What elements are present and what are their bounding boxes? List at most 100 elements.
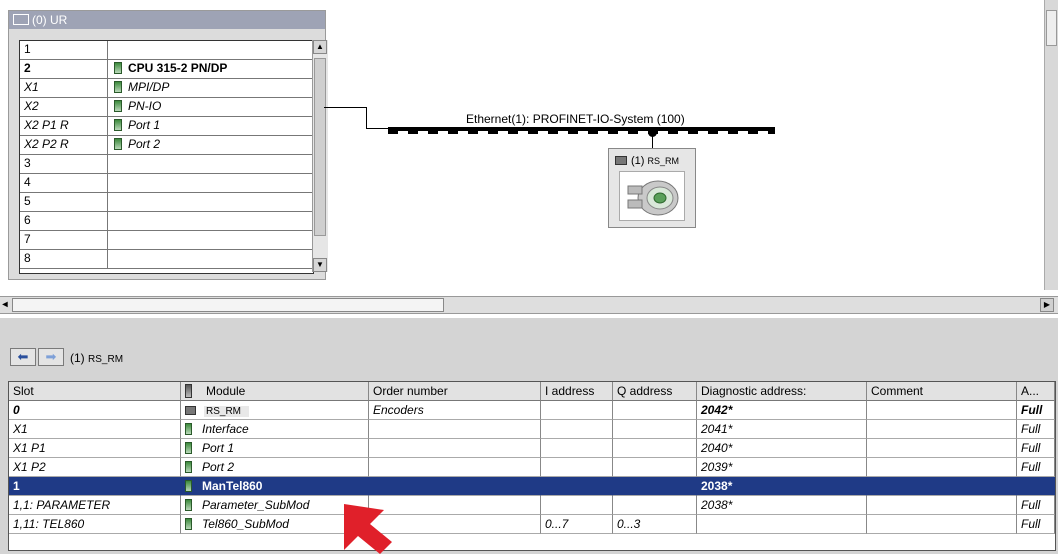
- rack-slot-row[interactable]: X2 P2 R Port 2: [20, 136, 313, 155]
- column-header-label: Module: [206, 384, 246, 398]
- cell-value: 2042*: [701, 403, 733, 417]
- cell-value: 1,1: PARAMETER: [13, 498, 111, 512]
- cell-module: RS_RM: [181, 401, 369, 420]
- table-row[interactable]: X1 P2 Port 2 2039* Full: [9, 458, 1055, 477]
- cell-q-address: [613, 496, 697, 515]
- cell-access: Full: [1017, 515, 1055, 534]
- rack-column-divider: [107, 174, 108, 193]
- rack-slot-row[interactable]: 8: [20, 250, 313, 269]
- rack-column-divider: [107, 60, 108, 79]
- rack-slot-number: 7: [24, 232, 31, 246]
- module-icon: [185, 499, 192, 511]
- nav-back-button[interactable]: ⬅: [10, 348, 36, 366]
- rack-slot-number: X1: [24, 80, 39, 94]
- scroll-down-arrow-icon[interactable]: ▼: [313, 258, 327, 272]
- rack-slot-number: X2 P1 R: [24, 118, 69, 132]
- column-header-access[interactable]: A...: [1017, 382, 1055, 401]
- rack-column-divider: [107, 136, 108, 155]
- nav-forward-button[interactable]: ➡: [38, 348, 64, 366]
- device-rs-rm[interactable]: (1) RS_RM: [608, 148, 696, 228]
- scroll-right-arrow-icon[interactable]: ▶: [1040, 298, 1054, 312]
- cell-module: Tel860_SubMod: [181, 515, 369, 534]
- column-header-order-number[interactable]: Order number: [369, 382, 541, 401]
- cell-value: 1: [13, 479, 20, 493]
- diagram-hscroll-thumb[interactable]: [12, 298, 444, 312]
- cell-value: Full: [1021, 460, 1041, 474]
- module-icon: [185, 461, 192, 473]
- cell-comment: [867, 420, 1017, 439]
- rack-scroll-thumb[interactable]: [314, 58, 326, 236]
- cell-value: 2041*: [701, 422, 733, 436]
- cell-order-number: Encoders: [369, 401, 541, 420]
- cell-slot: 1,1: PARAMETER: [9, 496, 181, 515]
- cell-value: Tel860_SubMod: [202, 517, 289, 531]
- table-row[interactable]: 1,11: TEL860 Tel860_SubMod 0...7 0...3 Full: [9, 515, 1055, 534]
- rack-column-divider: [107, 117, 108, 136]
- table-row[interactable]: 1 ManTel860 2038*: [9, 477, 1055, 496]
- module-icon: [114, 119, 122, 131]
- column-header-i-address[interactable]: I address: [541, 382, 613, 401]
- cell-module: Parameter_SubMod: [181, 496, 369, 515]
- rack-vertical-scrollbar[interactable]: ▲ ▼: [312, 40, 328, 272]
- rack-slot-row[interactable]: X1 MPI/DP: [20, 79, 313, 98]
- detail-device-number: (1): [70, 351, 85, 365]
- table-row[interactable]: 1,1: PARAMETER Parameter_SubMod 2038* Full: [9, 496, 1055, 515]
- rack-title: (0) UR: [32, 13, 68, 27]
- cell-comment: [867, 496, 1017, 515]
- cell-diagnostic-address: 2039*: [697, 458, 867, 477]
- detail-panel-title: (1) RS_RM: [70, 351, 123, 365]
- column-header-diagnostic-address[interactable]: Diagnostic address:: [697, 382, 867, 401]
- diagram-horizontal-scrollbar[interactable]: ◂ ▶: [0, 296, 1058, 314]
- cell-comment: [867, 458, 1017, 477]
- column-header-q-address[interactable]: Q address: [613, 382, 697, 401]
- cell-slot: 1: [9, 477, 181, 496]
- rack-slot-row[interactable]: 2 CPU 315-2 PN/DP: [20, 60, 313, 79]
- cell-comment: [867, 439, 1017, 458]
- column-header-label: Slot: [13, 384, 34, 398]
- rack-slot-row[interactable]: 7: [20, 231, 313, 250]
- diagram-vscroll-thumb[interactable]: [1046, 10, 1057, 46]
- table-row[interactable]: X1 P1 Port 1 2040* Full: [9, 439, 1055, 458]
- rack-column-divider: [107, 250, 108, 269]
- cell-comment: [867, 477, 1017, 496]
- column-header-module[interactable]: Module: [181, 382, 369, 401]
- rack-slot-number: 5: [24, 194, 31, 208]
- rack-slot-number: X2: [24, 99, 39, 113]
- rack-slot-number: 6: [24, 213, 31, 227]
- encoder-image: [619, 171, 685, 221]
- module-detail-table[interactable]: Slot Module Order number I address Q address…: [8, 381, 1056, 551]
- rack-slot-row[interactable]: 3: [20, 155, 313, 174]
- rack-slot-row[interactable]: 4: [20, 174, 313, 193]
- cell-module: ManTel860: [181, 477, 369, 496]
- rack-slot-row[interactable]: 1: [20, 41, 313, 60]
- cell-access: Full: [1017, 458, 1055, 477]
- cpu-connector-line-vertical: [366, 107, 367, 129]
- rack-window[interactable]: (0) UR 1 2 CPU 315-2 PN/DP X1 MPI/DP X2 PN-IO X…: [8, 10, 328, 280]
- cell-slot: X1 P1: [9, 439, 181, 458]
- table-row[interactable]: 0 RS_RM Encoders 2042* Full: [9, 401, 1055, 420]
- column-header-slot[interactable]: Slot: [9, 382, 181, 401]
- column-header-label: Order number: [373, 384, 448, 398]
- rack-module-name: Port 2: [128, 137, 161, 151]
- rack-slot-row[interactable]: 6: [20, 212, 313, 231]
- table-row[interactable]: X1 Interface 2041* Full: [9, 420, 1055, 439]
- rack-module-name: CPU 315-2 PN/DP: [128, 61, 228, 75]
- scroll-left-arrow-icon[interactable]: ◂: [0, 298, 10, 312]
- column-header-comment[interactable]: Comment: [867, 382, 1017, 401]
- diagram-vertical-scrollbar[interactable]: [1044, 0, 1058, 290]
- rack-slot-table[interactable]: 1 2 CPU 315-2 PN/DP X1 MPI/DP X2 PN-IO X2 P1 R P…: [19, 40, 314, 274]
- rack-icon: [13, 14, 29, 25]
- rack-title-bar[interactable]: (0) UR: [9, 11, 325, 29]
- cell-diagnostic-address: 2040*: [697, 439, 867, 458]
- rack-slot-row[interactable]: 5: [20, 193, 313, 212]
- cell-order-number: [369, 439, 541, 458]
- cell-value: 0: [13, 403, 20, 417]
- device-number: (1): [631, 155, 645, 167]
- scroll-up-arrow-icon[interactable]: ▲: [313, 40, 327, 54]
- column-header-label: Q address: [617, 384, 673, 398]
- rack-slot-row[interactable]: X2 P1 R Port 1: [20, 117, 313, 136]
- rack-slot-row[interactable]: X2 PN-IO: [20, 98, 313, 117]
- cell-i-address: [541, 458, 613, 477]
- cell-value: RS_RM: [204, 406, 250, 417]
- column-header-label: I address: [545, 384, 595, 398]
